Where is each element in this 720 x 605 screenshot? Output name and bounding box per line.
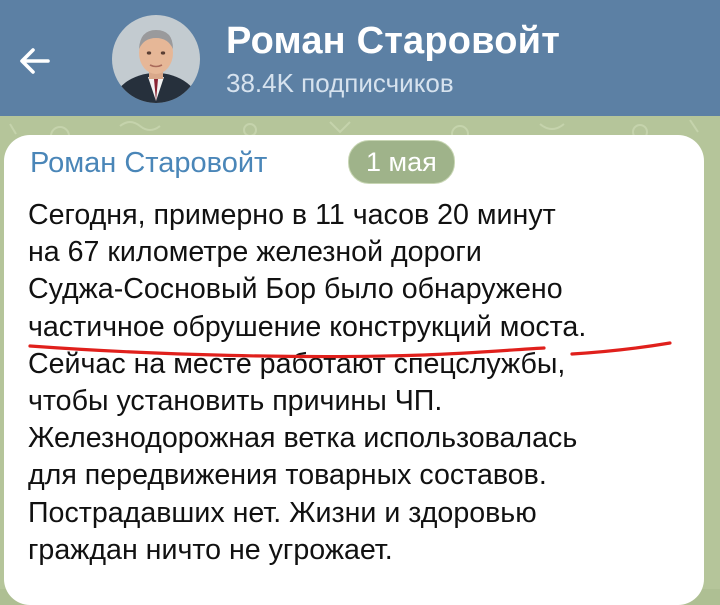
message-text: Сегодня, примерно в 11 часов 20 минут на… [28, 197, 698, 569]
message-line: чтобы установить причины ЧП. [28, 385, 443, 418]
subscriber-count: 38.4K подписчиков [226, 68, 454, 98]
message-sender[interactable]: Роман Старовойт [30, 147, 267, 180]
channel-title[interactable]: Роман Старовойт [226, 20, 560, 63]
message-line: Железнодорожная ветка использовалась [28, 422, 578, 455]
avatar[interactable] [112, 15, 200, 103]
message-bubble[interactable]: Роман Старовойт 1 мая Сегодня, примерно … [4, 135, 704, 605]
arrow-left-icon[interactable] [14, 40, 56, 82]
message-line: частичное обрушение конструкций моста. [28, 310, 587, 343]
message-line: на 67 километре железной дороги [28, 236, 482, 269]
message-line: Суджа-Сосновый Бор было обнаружено [28, 273, 563, 306]
message-line: для передвижения товарных составов. [28, 459, 547, 492]
message-line: Сегодня, примерно в 11 часов 20 минут [28, 199, 556, 231]
message-line: Пострадавших нет. Жизни и здоровью [28, 496, 537, 529]
message-line: Сейчас на месте работают спецслужбы, [28, 347, 566, 380]
date-badge: 1 мая [348, 140, 455, 184]
channel-header: Роман Старовойт 38.4K подписчиков [0, 0, 720, 116]
message-line: граждан ничто не угрожает. [28, 533, 393, 566]
